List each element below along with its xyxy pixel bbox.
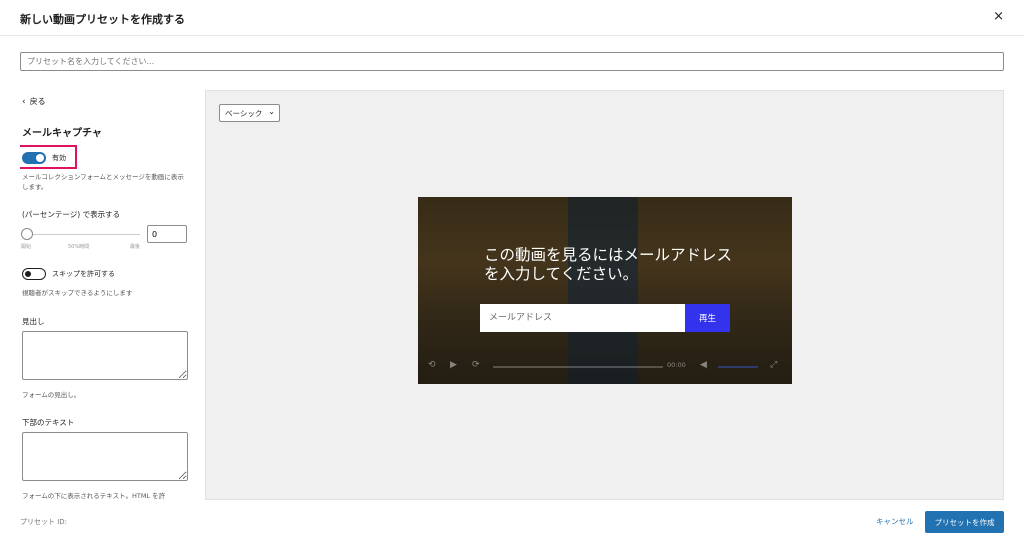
back-label: 戻る — [29, 97, 46, 106]
volume-bar — [718, 366, 758, 368]
percentage-input[interactable] — [147, 225, 187, 243]
enabled-toggle[interactable] — [22, 152, 46, 164]
percentage-label: (パーセンテージ) で表示する — [22, 210, 121, 219]
progress-bar — [493, 366, 663, 368]
bottom-text-help: フォームの下に表示されるテキスト。HTML を許 — [22, 492, 166, 500]
skip-toggle[interactable] — [22, 268, 46, 280]
create-preset-button[interactable]: プリセットを作成 — [925, 511, 1004, 533]
back-link[interactable]: ‹ 戻る — [22, 96, 46, 107]
skip-label: スキップを許可する — [52, 270, 115, 278]
play-button[interactable]: 再生 — [685, 304, 730, 332]
preset-id-label: プリセット ID: — [20, 518, 68, 526]
video-player[interactable]: この動画を見るにはメールアドレスを入力してください。 再生 ⟲ ▶ ⟳ 00:0… — [418, 197, 792, 384]
close-icon[interactable]: × — [993, 9, 1004, 24]
headline-label: 見出し — [22, 317, 45, 326]
enabled-help: メールコレクションフォームとメッセージを動画に表示します。 — [22, 173, 184, 191]
headline-textarea[interactable] — [22, 331, 188, 380]
slider-end-label: 最後 — [130, 244, 141, 250]
preview-panel: ベーシック ⌄ この動画を見るにはメールアドレスを入力してください。 再生 ⟲ … — [205, 90, 1004, 500]
capture-heading: この動画を見るにはメールアドレスを入力してください。 — [484, 246, 733, 283]
section-title: メールキャプチャ — [22, 128, 102, 139]
chevron-left-icon: ‹ — [22, 97, 26, 107]
headline-help: フォームの見出し。 — [22, 391, 81, 399]
toggle-knob — [36, 154, 44, 162]
preset-name-input[interactable] — [20, 52, 1004, 71]
modal-title: 新しい動画プリセットを作成する — [20, 13, 185, 26]
player-controls: ⟲ ▶ ⟳ 00:00 ◀ ⤢ — [418, 357, 792, 377]
style-select[interactable]: ベーシック ⌄ — [219, 104, 280, 122]
create-preset-modal: 新しい動画プリセットを作成する × ‹戻る メールキャプチャ 有効 メールコレク… — [0, 0, 1024, 548]
slider-start-label: 開始 — [21, 244, 32, 250]
volume-icon: ◀ — [700, 360, 707, 370]
slider-handle[interactable] — [21, 228, 33, 240]
style-select-value: ベーシック — [225, 109, 263, 118]
modal-header: 新しい動画プリセットを作成する × — [0, 0, 1024, 36]
rewind-icon: ⟲ — [428, 360, 436, 370]
bottom-text-label: 下部のテキスト — [22, 418, 75, 427]
bottom-text-textarea[interactable] — [22, 432, 188, 481]
toggle-knob — [24, 270, 31, 277]
slider-middle-label: 50%時間 — [68, 244, 90, 250]
skip-help: 視聴者がスキップできるようにします — [22, 289, 133, 297]
play-icon: ▶ — [450, 360, 457, 370]
fullscreen-icon: ⤢ — [770, 360, 778, 370]
forward-icon: ⟳ — [472, 360, 480, 370]
slider-track[interactable] — [28, 234, 140, 235]
time-display: 00:00 — [667, 361, 686, 369]
chevron-down-icon: ⌄ — [268, 107, 275, 116]
cancel-button[interactable]: キャンセル — [876, 516, 914, 527]
video-overlay — [418, 197, 792, 384]
settings-sidebar: ‹ 戻る メールキャプチャ 有効 メールコレクションフォームとメッセージを動画に表… — [20, 90, 192, 500]
enabled-label: 有効 — [52, 154, 66, 162]
email-input[interactable] — [480, 304, 685, 332]
